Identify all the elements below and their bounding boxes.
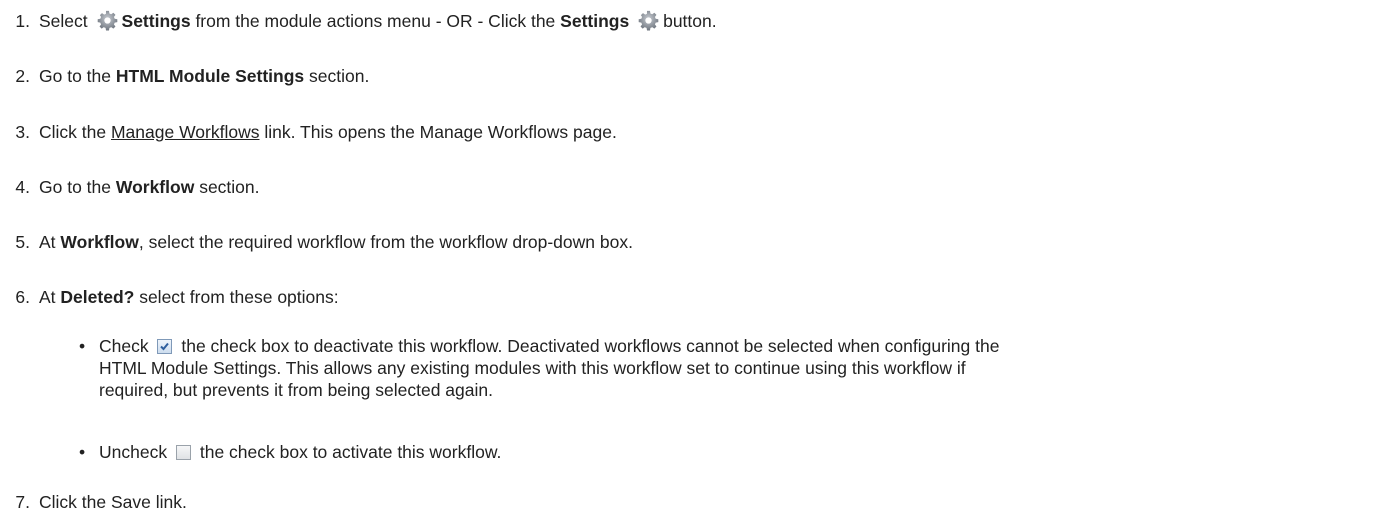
manage-workflows-link[interactable]: Manage Workflows: [111, 122, 260, 142]
gear-icon: [638, 10, 659, 31]
step-1: 1. Select Settings from the module action…: [0, 10, 717, 32]
step-number: 6.: [15, 287, 30, 307]
step-number: 5.: [15, 232, 30, 252]
list-item-uncheck-option: • Uncheck the check box to activate this…: [79, 442, 502, 462]
checkbox-unchecked-icon: [175, 445, 191, 460]
step-number: 2.: [15, 66, 30, 86]
step-number: 3.: [15, 122, 30, 142]
step-number: 4.: [15, 177, 30, 197]
bullet-icon: •: [79, 336, 86, 356]
step-5: 5. At Workflow, select the required workf…: [0, 231, 633, 253]
step-3: 3. Click the Manage Workflows link. This …: [0, 121, 616, 143]
gear-icon: [97, 10, 118, 31]
step-2: 2. Go to the HTML Module Settings section…: [0, 65, 369, 87]
step-number: 7.: [15, 492, 30, 512]
step-7: 7. Click the Save link.: [0, 491, 186, 513]
step-number: 1.: [15, 11, 30, 31]
bullet-icon: •: [79, 442, 86, 462]
checkbox-checked-icon: [157, 339, 173, 354]
step-6: 6. At Deleted? select from these options:: [0, 286, 338, 308]
list-item-check-option: • Check the check box to deactivate this…: [79, 336, 1000, 400]
step-4: 4. Go to the Workflow section.: [0, 176, 259, 198]
